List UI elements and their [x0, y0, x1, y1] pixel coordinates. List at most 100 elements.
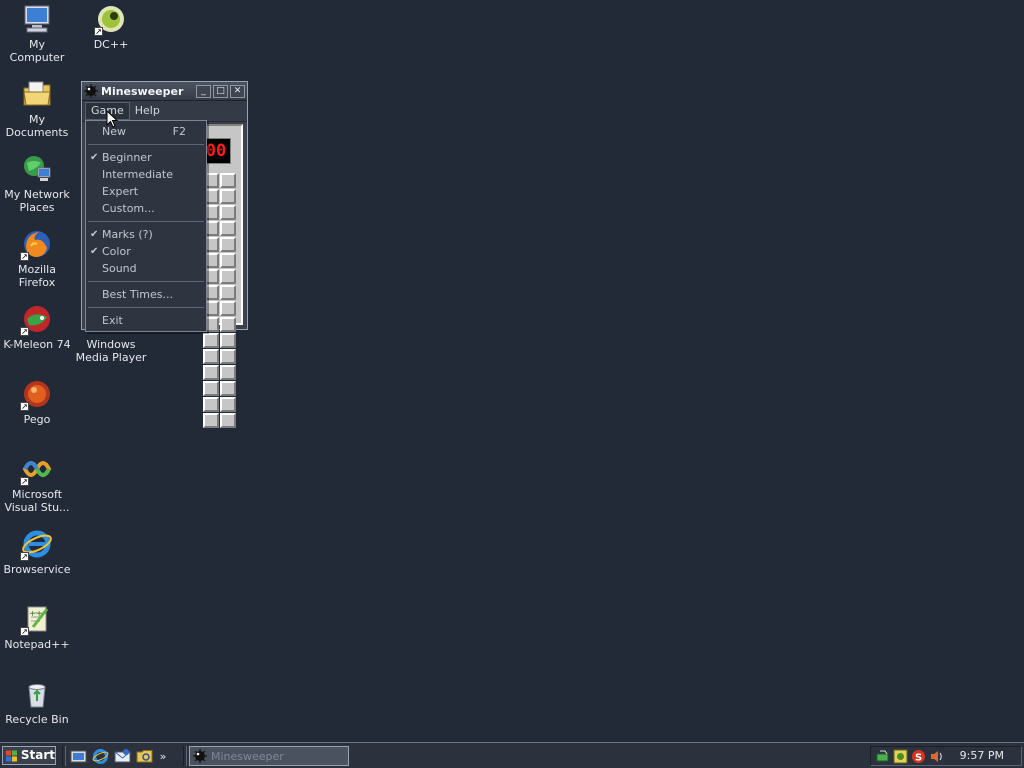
svg-text:S: S: [915, 752, 922, 763]
desktop-icon-label: My Network Places: [4, 188, 70, 214]
menu-help[interactable]: Help: [130, 102, 165, 120]
internet-explorer-icon: ↗: [20, 528, 53, 561]
firefox-icon: ↗: [20, 228, 53, 261]
mine-cell[interactable]: [220, 413, 236, 428]
k-meleon-icon: ↗: [20, 303, 53, 336]
menu-separator: [88, 307, 204, 308]
mine-cell[interactable]: [203, 333, 219, 348]
desktop-icon-windows-media-player[interactable]: Windows Media Player: [74, 338, 148, 364]
menu-item-marks[interactable]: ✔ Marks (?): [86, 226, 206, 243]
menu-item-best-times[interactable]: Best Times...: [86, 286, 206, 303]
shortcut-arrow-icon: ↗: [20, 252, 29, 261]
taskbar-button-minesweeper[interactable]: Minesweeper: [189, 746, 349, 766]
menu-item-custom[interactable]: Custom...: [86, 200, 206, 217]
title-bar[interactable]: Minesweeper _ □ ✕: [82, 82, 247, 101]
desktop-icon-label: DC++: [93, 38, 129, 51]
desktop-icon-label: Pego: [23, 413, 51, 426]
desktop-icon-notepad-plus-plus[interactable]: ++ ↗ Notepad++: [0, 603, 74, 651]
maximize-button[interactable]: □: [213, 84, 228, 98]
taskbar-button-label: Minesweeper: [211, 749, 284, 763]
mine-cell[interactable]: [203, 381, 219, 396]
internet-explorer-icon[interactable]: [92, 748, 109, 765]
clock[interactable]: 9:57 PM: [960, 747, 1004, 765]
taskbar: Start » Minesweeper S 9:57 PM: [0, 742, 1024, 768]
checkmark-icon: ✔: [90, 246, 99, 257]
mine-cell[interactable]: [220, 381, 236, 396]
checkmark-icon: ✔: [90, 229, 99, 240]
start-label: Start: [20, 748, 55, 762]
mine-cell[interactable]: [220, 253, 236, 268]
shortcut-arrow-icon: ↗: [94, 27, 103, 36]
menu-separator: [88, 221, 204, 222]
quick-launch-bar: »: [70, 747, 168, 765]
minimize-button[interactable]: _: [196, 84, 211, 98]
game-menu-dropdown: New F2 ✔ Beginner Intermediate Expert Cu…: [85, 120, 207, 332]
menu-item-label: Color: [102, 245, 131, 258]
menu-item-label: Beginner: [102, 151, 152, 164]
desktop-icon-recycle-bin[interactable]: Recycle Bin: [0, 678, 74, 726]
shortcut-arrow-icon: ↗: [20, 402, 29, 411]
menu-item-sound[interactable]: Sound: [86, 260, 206, 277]
dcpp-tray-icon[interactable]: [893, 749, 908, 764]
menu-item-new[interactable]: New F2: [86, 123, 206, 140]
menu-item-exit[interactable]: Exit: [86, 312, 206, 329]
menu-item-color[interactable]: ✔ Color: [86, 243, 206, 260]
desktop-icon-my-documents[interactable]: My Documents: [0, 78, 74, 139]
menu-item-label: Exit: [102, 314, 123, 327]
mine-cell[interactable]: [220, 365, 236, 380]
mine-cell[interactable]: [220, 237, 236, 252]
desktop-icon-visual-studio[interactable]: ↗ Microsoft Visual Stu...: [0, 453, 74, 514]
desktop-icon-label: My Documents: [5, 113, 69, 139]
mine-cell[interactable]: [203, 365, 219, 380]
mine-cell[interactable]: [203, 397, 219, 412]
volume-tray-icon[interactable]: [929, 749, 944, 764]
taskbar-divider: [62, 746, 66, 766]
taskbar-divider: [183, 746, 187, 766]
mine-cell[interactable]: [220, 333, 236, 348]
menu-item-intermediate[interactable]: Intermediate: [86, 166, 206, 183]
mine-cell[interactable]: [220, 397, 236, 412]
close-button[interactable]: ✕: [230, 84, 245, 98]
show-desktop-icon[interactable]: [70, 748, 87, 765]
mine-cell[interactable]: [203, 349, 219, 364]
desktop-icon-label: My Computer: [9, 38, 65, 64]
mine-cell[interactable]: [220, 285, 236, 300]
mine-cell[interactable]: [220, 301, 236, 316]
dcpp-icon: ↗: [94, 3, 127, 36]
windows-flag-icon: [5, 749, 17, 762]
visual-studio-icon: ↗: [20, 453, 53, 486]
outlook-express-icon[interactable]: [114, 748, 131, 765]
windows-explorer-icon[interactable]: [136, 748, 153, 765]
desktop-icon-my-computer[interactable]: My Computer: [0, 3, 74, 64]
quick-launch-more[interactable]: »: [158, 750, 168, 763]
menu-item-beginner[interactable]: ✔ Beginner: [86, 149, 206, 166]
mine-cell[interactable]: [220, 189, 236, 204]
desktop-icon-label: Mozilla Firefox: [18, 263, 56, 289]
desktop-icon-mozilla-firefox[interactable]: ↗ Mozilla Firefox: [0, 228, 74, 289]
menu-item-label: Intermediate: [102, 168, 173, 181]
mine-cell[interactable]: [220, 173, 236, 188]
shield-tray-icon[interactable]: S: [911, 749, 926, 764]
mine-cell[interactable]: [220, 317, 236, 332]
desktop-icon-dcpp[interactable]: ↗ DC++: [74, 3, 148, 51]
desktop-icon-pego[interactable]: ↗ Pego: [0, 378, 74, 426]
menu-item-label: Best Times...: [102, 288, 173, 301]
menu-item-expert[interactable]: Expert: [86, 183, 206, 200]
mine-icon: [84, 84, 98, 98]
mine-cell[interactable]: [220, 205, 236, 220]
mine-cell[interactable]: [220, 269, 236, 284]
safely-remove-hardware-icon[interactable]: [875, 749, 890, 764]
desktop-icon-label: Browservice: [3, 563, 71, 576]
mine-cell[interactable]: [220, 349, 236, 364]
start-button[interactable]: Start: [2, 746, 56, 765]
window-title: Minesweeper: [101, 84, 184, 98]
desktop-icon-my-network-places[interactable]: My Network Places: [0, 153, 74, 214]
mine-cell[interactable]: [203, 413, 219, 428]
mine-cell[interactable]: [220, 221, 236, 236]
desktop-icon-browservice[interactable]: ↗ Browservice: [0, 528, 74, 576]
svg-text:++: ++: [29, 609, 42, 618]
network-places-icon: [21, 153, 53, 185]
desktop-icon-k-meleon[interactable]: ↗ K-Meleon 74: [0, 303, 74, 351]
my-documents-icon: [21, 78, 53, 110]
desktop-icon-label: Microsoft Visual Stu...: [4, 488, 70, 514]
